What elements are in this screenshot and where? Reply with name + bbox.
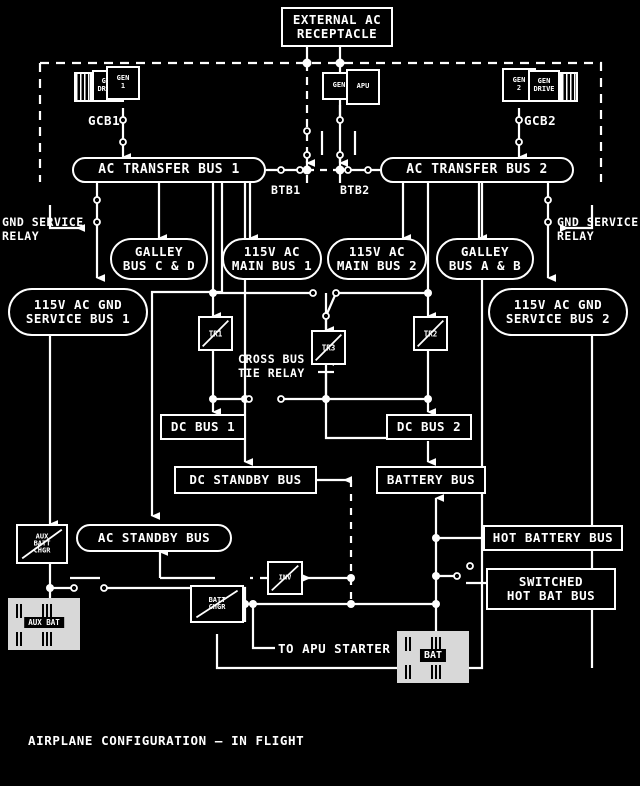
ac-gnd-service-bus-1: 115V AC GND SERVICE BUS 1 xyxy=(8,288,148,336)
hot-battery-bus: HOT BATTERY BUS xyxy=(483,525,623,551)
to-apu-starter-label: TO APU STARTER xyxy=(278,641,391,656)
galley-bus-ab: GALLEY BUS A & B xyxy=(436,238,534,280)
electrical-system-diagram: EXTERNAL AC RECEPTACLE GEN DRIVE GEN 1 G… xyxy=(0,0,640,786)
gcb2-label: GCB2 xyxy=(524,113,557,128)
aux-batt-chgr-label: AUX BATT CHGR xyxy=(33,532,51,555)
inv-box: INV xyxy=(267,561,303,595)
ac-gnd-service-bus-2: 115V AC GND SERVICE BUS 2 xyxy=(488,288,628,336)
ac-transfer-bus-1: AC TRANSFER BUS 1 xyxy=(72,157,266,183)
bat-label: BAT xyxy=(419,649,447,662)
ac-transfer-bus-2: AC TRANSFER BUS 2 xyxy=(380,157,574,183)
btb2-label: BTB2 xyxy=(340,183,370,197)
legend-line-0: AIRPLANE CONFIGURATION — IN FLIGHT xyxy=(28,732,305,748)
inv-label: INV xyxy=(278,573,292,582)
gen-drive-2-box: GEN DRIVE xyxy=(528,70,560,102)
aux-bat-cells-bottom-right xyxy=(42,632,52,646)
bat-cells-top-left xyxy=(405,637,411,651)
gen-drive-1-hatch xyxy=(74,72,92,102)
aux-bat-cells-top-left xyxy=(16,604,22,618)
aux-batt-chgr-box: AUX BATT CHGR xyxy=(16,524,68,564)
tr3-label: TR3 xyxy=(321,342,336,352)
tr3-box: TR3 xyxy=(311,330,346,365)
bat-cells-bottom-right xyxy=(431,665,441,679)
switched-hot-bat-bus: SWITCHED HOT BAT BUS xyxy=(486,568,616,610)
aux-bat-cells-top-right xyxy=(42,604,52,618)
configuration-legend: AIRPLANE CONFIGURATION — IN FLIGHT BATTE… xyxy=(28,692,377,786)
batt-chgr-label: BATT CHGR xyxy=(208,596,226,611)
tr1-label: TR1 xyxy=(208,328,223,338)
gcb1-label: GCB1 xyxy=(88,113,121,128)
ac-main-bus-1: 115V AC MAIN BUS 1 xyxy=(222,238,322,280)
cross-bus-tie-relay-label: CROSS BUS TIE RELAY xyxy=(238,352,305,381)
dc-bus-2: DC BUS 2 xyxy=(386,414,472,440)
btb1-label: BTB1 xyxy=(271,183,301,197)
aux-bat-label: AUX BAT xyxy=(24,617,64,628)
gen-drive-2-hatch xyxy=(560,72,578,102)
aux-bat-symbol: AUX BAT xyxy=(8,598,80,650)
tr2-label: TR2 xyxy=(423,328,438,338)
batt-chgr-box: BATT CHGR xyxy=(190,585,244,623)
ac-main-bus-2: 115V AC MAIN BUS 2 xyxy=(327,238,427,280)
apu-box: APU xyxy=(346,69,380,105)
gnd-service-relay-left-label: GND SERVICE RELAY xyxy=(2,215,84,244)
gen-1-box: GEN 1 xyxy=(106,66,140,100)
external-ac-receptacle-box: EXTERNAL AC RECEPTACLE xyxy=(281,7,393,47)
bat-symbol: BAT xyxy=(397,631,469,683)
bat-cells-bottom-left xyxy=(405,665,411,679)
galley-bus-cd: GALLEY BUS C & D xyxy=(110,238,208,280)
tr1-box: TR1 xyxy=(198,316,233,351)
tr2-box: TR2 xyxy=(413,316,448,351)
dc-standby-bus: DC STANDBY BUS xyxy=(174,466,317,494)
battery-bus: BATTERY BUS xyxy=(376,466,486,494)
aux-bat-cells-bottom-left xyxy=(16,632,22,646)
dc-bus-1: DC BUS 1 xyxy=(160,414,246,440)
ac-standby-bus: AC STANDBY BUS xyxy=(76,524,232,552)
gnd-service-relay-right-label: GND SERVICE RELAY xyxy=(557,215,639,244)
